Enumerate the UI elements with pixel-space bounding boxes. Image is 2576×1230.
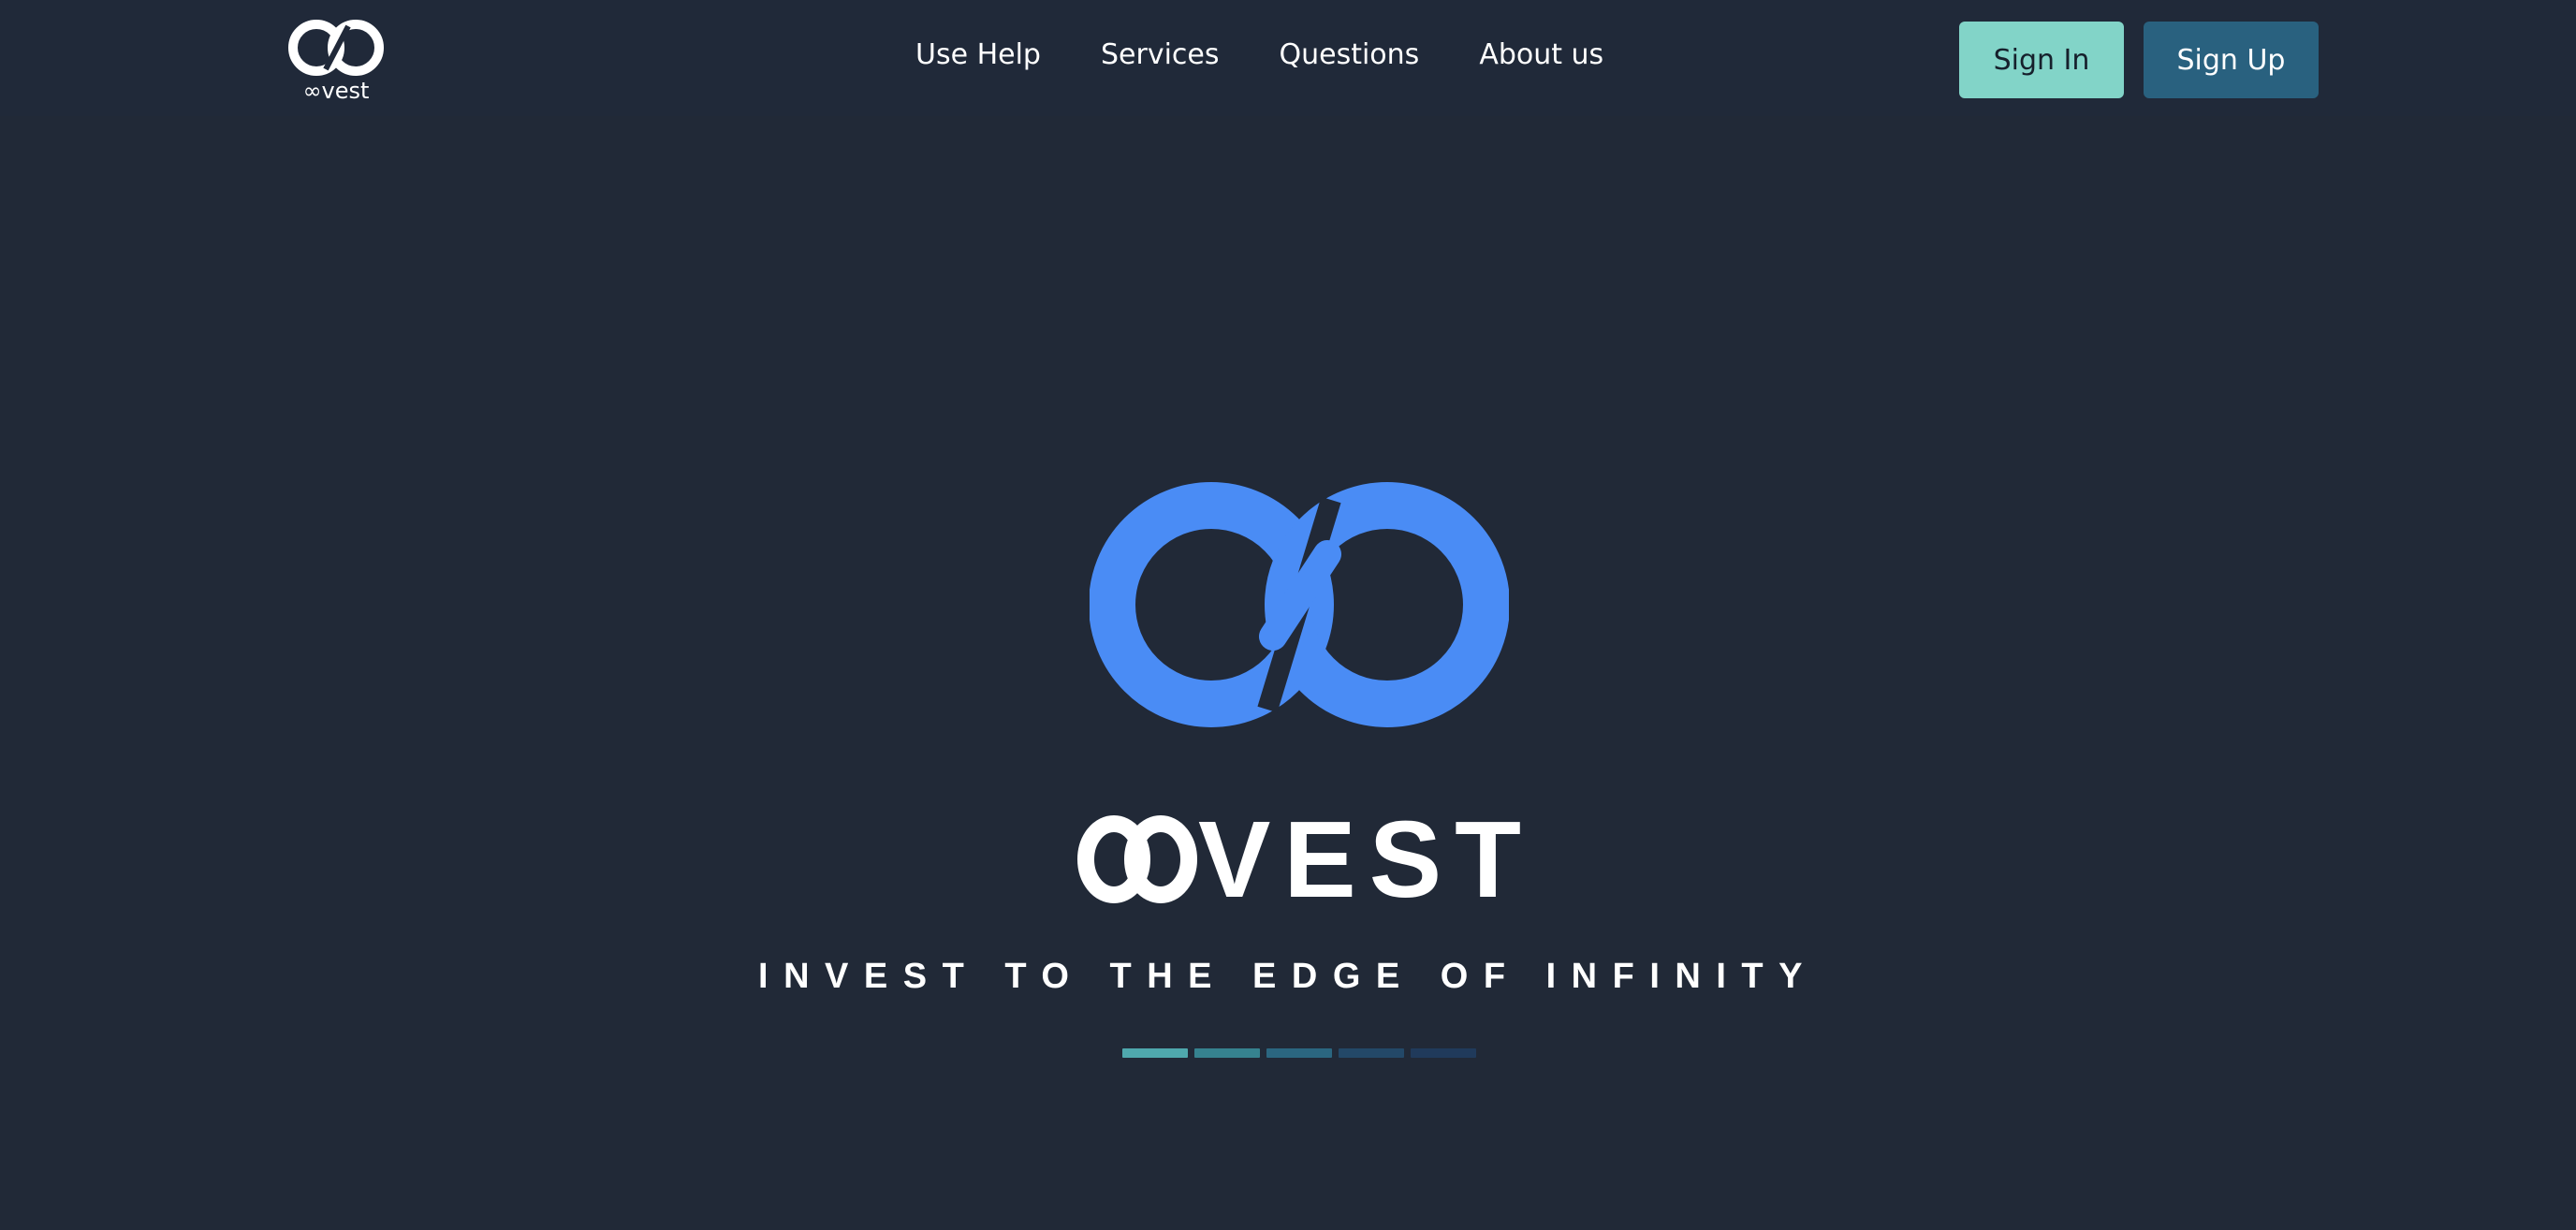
- loading-segment: [1411, 1048, 1476, 1058]
- landing-page: ∞vest Use Help Services Questions About …: [0, 0, 2576, 1230]
- nav-link-services[interactable]: Services: [1101, 32, 1220, 79]
- brand-infinity-glyph: [1077, 815, 1197, 903]
- brand-name: VEST: [1198, 798, 1534, 920]
- loading-segment: [1339, 1048, 1404, 1058]
- hero-tagline: INVEST TO THE EDGE OF INFINITY: [758, 957, 1818, 996]
- nav-link-questions[interactable]: Questions: [1280, 32, 1420, 79]
- home-logo-link[interactable]: ∞vest: [286, 17, 386, 104]
- loading-segment: [1122, 1048, 1188, 1058]
- top-navbar: ∞vest Use Help Services Questions About …: [0, 0, 2576, 116]
- loading-segment: [1194, 1048, 1260, 1058]
- loading-segment: [1266, 1048, 1332, 1058]
- sign-in-button[interactable]: Sign In: [1959, 22, 2124, 98]
- logo-wordmark: ∞vest: [302, 78, 370, 104]
- nav-link-about-us[interactable]: About us: [1479, 32, 1603, 79]
- brand-wordmark: VEST: [1076, 798, 1534, 920]
- nav-link-use-help[interactable]: Use Help: [915, 32, 1041, 79]
- infinity-logo-icon: [288, 20, 384, 76]
- loading-indicator: [1122, 1048, 1476, 1058]
- sign-up-button[interactable]: Sign Up: [2144, 22, 2319, 98]
- main-nav: Use Help Services Questions About us: [915, 32, 1603, 79]
- infinity-mark-icon: [1090, 482, 1509, 727]
